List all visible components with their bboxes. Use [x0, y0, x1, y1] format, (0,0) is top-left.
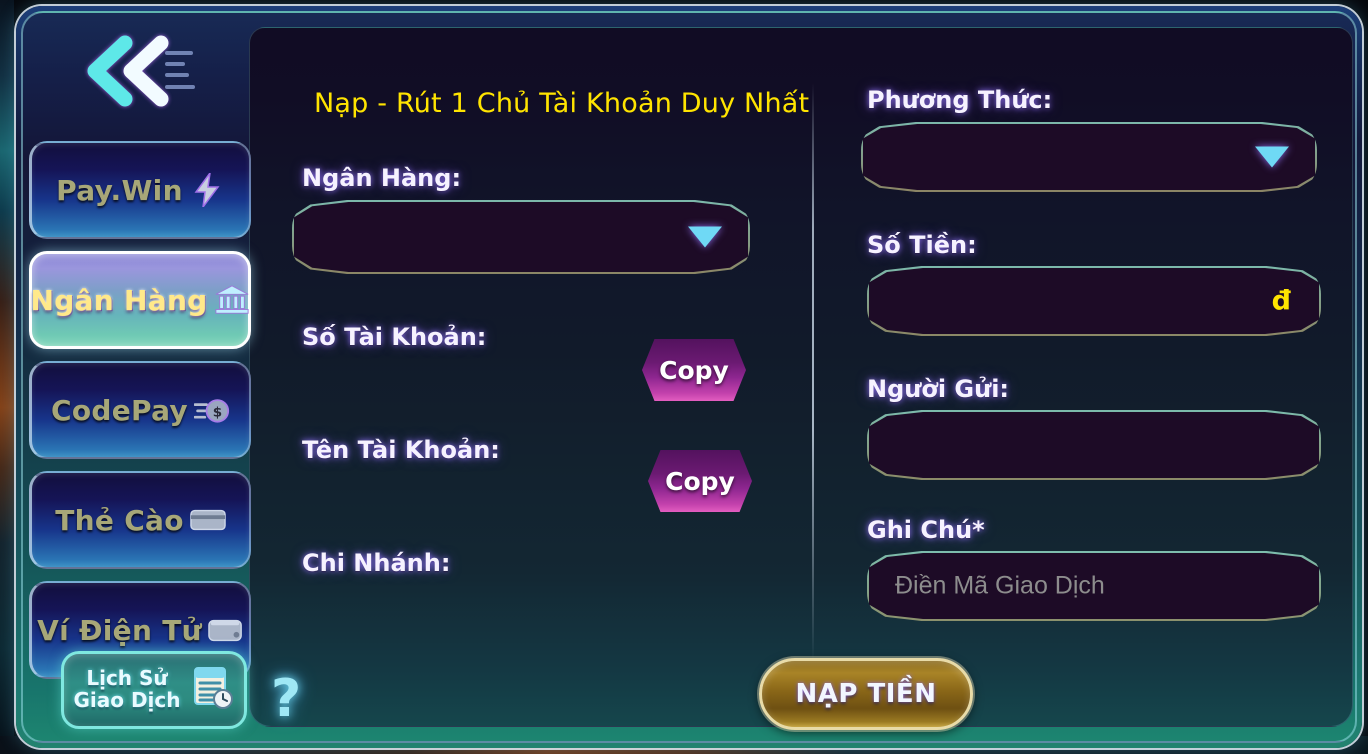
transaction-history-line1: Lịch Sử — [86, 666, 168, 691]
svg-text:$: $ — [213, 404, 222, 420]
document-clock-icon — [189, 665, 235, 715]
sidebar-item-codepay[interactable]: CodePay $ — [29, 361, 251, 459]
chevron-down-icon — [688, 226, 722, 248]
chevron-down-icon — [1255, 146, 1289, 168]
cashier-window: Pay.Win Ngân Hàng CodePay $ Thẻ Cào Ví Đ… — [16, 6, 1362, 748]
wallet-icon — [208, 612, 244, 648]
copy-account-name-label: Copy — [665, 466, 735, 496]
coin-dollar-icon: $ — [193, 392, 230, 428]
transaction-history-line2: Giao Dịch — [73, 688, 181, 712]
column-divider — [812, 83, 814, 663]
back-button[interactable] — [69, 31, 199, 111]
copy-account-number-button[interactable]: Copy — [639, 336, 749, 404]
note-input[interactable]: Điền Mã Giao Dịch — [867, 551, 1321, 621]
cashier-window-inner: Pay.Win Ngân Hàng CodePay $ Thẻ Cào Ví Đ… — [21, 11, 1357, 743]
app-root: Pay.Win Ngân Hàng CodePay $ Thẻ Cào Ví Đ… — [0, 0, 1368, 754]
sidebar-item-nganhang[interactable]: Ngân Hàng — [29, 251, 251, 349]
sidebar-item-thecao[interactable]: Thẻ Cào — [29, 471, 251, 569]
amount-label: Số Tiền: — [867, 231, 977, 259]
sender-label: Người Gửi: — [867, 375, 1010, 403]
bank-label: Ngân Hàng: — [302, 164, 462, 192]
account-name-label: Tên Tài Khoản: — [302, 436, 500, 464]
background-game-art-left — [0, 0, 14, 754]
lightning-bolt-icon — [189, 172, 225, 208]
sender-input[interactable] — [867, 410, 1321, 480]
card-icon — [190, 502, 226, 538]
transaction-history-button[interactable]: Lịch Sử Giao Dịch — [61, 651, 247, 729]
sidebar-item-label: Thẻ Cào — [55, 503, 184, 537]
sidebar-item-label: CodePay — [51, 393, 188, 427]
deposit-submit-label: NẠP TIỀN — [795, 679, 937, 709]
sidebar: Pay.Win Ngân Hàng CodePay $ Thẻ Cào Ví Đ… — [23, 13, 251, 741]
currency-suffix: đ — [1271, 285, 1291, 317]
method-label: Phương Thức: — [867, 86, 1053, 114]
method-select[interactable] — [861, 122, 1317, 192]
sidebar-nav: Pay.Win Ngân Hàng CodePay $ Thẻ Cào Ví Đ… — [29, 141, 253, 691]
page-title: Nạp - Rút 1 Chủ Tài Khoản Duy Nhất — [314, 88, 810, 119]
transaction-history-label: Lịch Sử Giao Dịch — [73, 668, 180, 711]
help-button[interactable]: ? — [271, 673, 301, 725]
copy-account-name-button[interactable]: Copy — [645, 447, 755, 515]
bank-select[interactable] — [292, 200, 750, 274]
copy-account-number-label: Copy — [659, 355, 729, 385]
branch-label: Chi Nhánh: — [302, 549, 451, 577]
deposit-submit-button[interactable]: NẠP TIỀN — [759, 658, 973, 730]
sidebar-item-paywin[interactable]: Pay.Win — [29, 141, 251, 239]
main-panel: Nạp - Rút 1 Chủ Tài Khoản Duy Nhất Ngân … — [249, 27, 1353, 727]
sidebar-item-label: Pay.Win — [56, 173, 183, 207]
note-label: Ghi Chú* — [867, 516, 985, 544]
sidebar-item-label: Ví Điện Tử — [37, 613, 202, 647]
amount-input[interactable]: đ — [867, 266, 1321, 336]
sidebar-item-label: Ngân Hàng — [30, 283, 208, 317]
bank-icon — [214, 282, 250, 318]
account-number-label: Số Tài Khoản: — [302, 323, 487, 351]
double-chevron-left-icon — [87, 35, 195, 107]
note-input-placeholder: Điền Mã Giao Dịch — [895, 571, 1105, 600]
